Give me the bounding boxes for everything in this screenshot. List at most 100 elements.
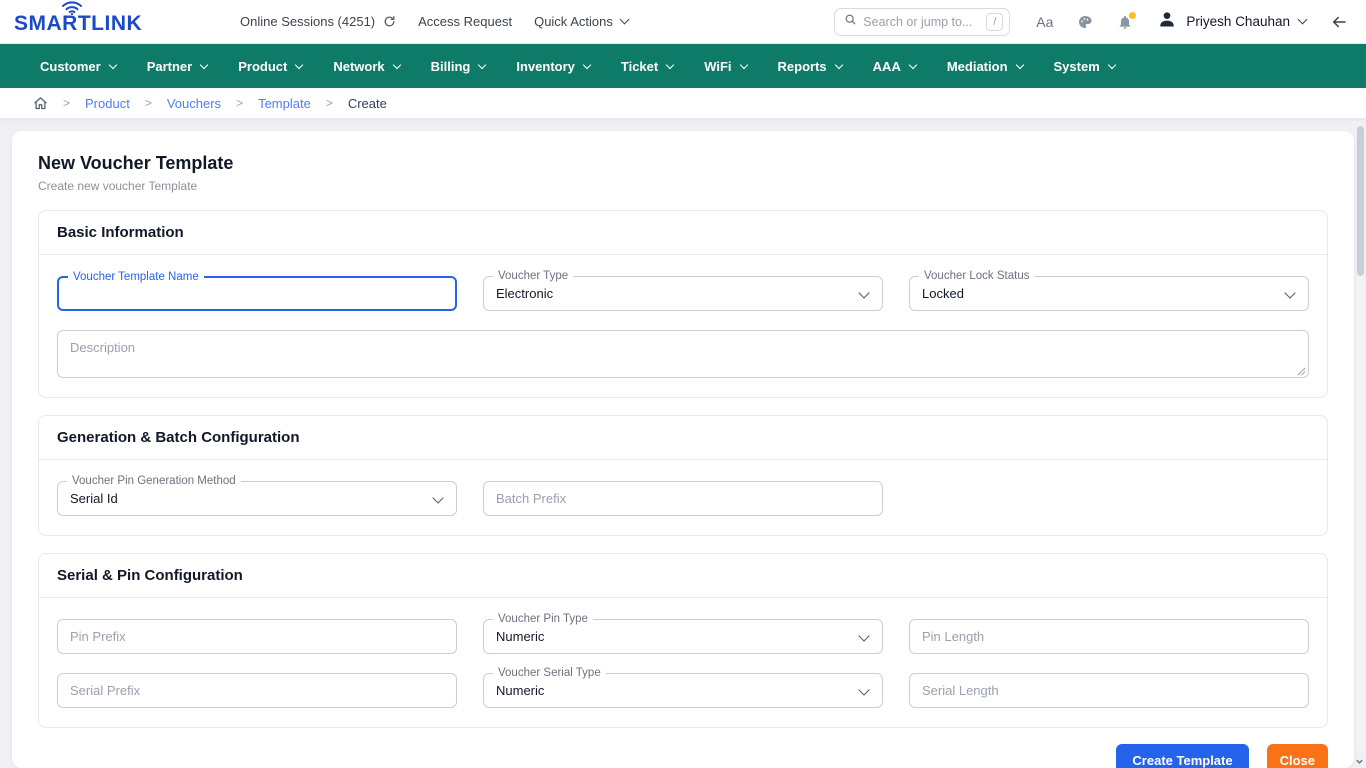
chevron-down-icon [858, 630, 869, 641]
pin-generation-method-select[interactable]: Voucher Pin Generation Method Serial Id [57, 481, 457, 516]
nav-item-label: Reports [778, 59, 827, 74]
resize-handle-icon[interactable] [1297, 367, 1306, 376]
section-serial-pin: Serial & Pin Configuration Voucher Pin T… [38, 553, 1328, 728]
page-title: New Voucher Template [38, 153, 1328, 174]
search-icon [844, 13, 857, 31]
scrollbar-down-arrow-icon[interactable] [1355, 757, 1364, 766]
nav-item-label: Ticket [621, 59, 658, 74]
nav-item-label: Mediation [947, 59, 1008, 74]
selected-value: Locked [922, 286, 964, 301]
nav-item-reports[interactable]: Reports [778, 59, 842, 74]
batch-prefix-input[interactable] [496, 491, 870, 506]
chevron-down-icon [739, 60, 747, 68]
nav-item-mediation[interactable]: Mediation [947, 59, 1023, 74]
nav-item-label: AAA [873, 59, 901, 74]
selected-value: Numeric [496, 683, 544, 698]
breadcrumb-separator: > [236, 96, 243, 110]
breadcrumb-link-vouchers[interactable]: Vouchers [167, 96, 221, 111]
nav-item-label: WiFi [704, 59, 731, 74]
nav-item-system[interactable]: System [1054, 59, 1115, 74]
chevron-down-icon [909, 60, 917, 68]
create-template-button[interactable]: Create Template [1116, 744, 1248, 768]
description-field[interactable] [57, 330, 1309, 378]
nav-item-aaa[interactable]: AAA [873, 59, 916, 74]
breadcrumb-link-product[interactable]: Product [85, 96, 130, 111]
form-actions: Create Template Close [38, 728, 1328, 768]
nav-item-network[interactable]: Network [333, 59, 399, 74]
section-title: Serial & Pin Configuration [39, 554, 1327, 598]
collapse-back-arrow-icon[interactable] [1330, 13, 1348, 31]
pin-length-field[interactable] [909, 619, 1309, 654]
nav-item-inventory[interactable]: Inventory [516, 59, 590, 74]
nav-item-label: Billing [431, 59, 471, 74]
chevron-down-icon [666, 60, 674, 68]
chevron-down-icon [858, 684, 869, 695]
pin-prefix-field[interactable] [57, 619, 457, 654]
batch-prefix-field[interactable] [483, 481, 883, 516]
nav-item-billing[interactable]: Billing [431, 59, 486, 74]
quick-actions-menu[interactable]: Quick Actions [534, 14, 628, 29]
voucher-type-select[interactable]: Voucher Type Electronic [483, 276, 883, 311]
chevron-down-icon [619, 15, 629, 25]
chevron-down-icon [200, 60, 208, 68]
field-label: Voucher Lock Status [919, 269, 1034, 283]
pin-prefix-input[interactable] [70, 629, 444, 644]
breadcrumb-separator: > [63, 96, 70, 110]
serial-length-field[interactable] [909, 673, 1309, 708]
nav-item-product[interactable]: Product [238, 59, 302, 74]
chevron-down-icon [108, 60, 116, 68]
breadcrumb-link-template[interactable]: Template [258, 96, 311, 111]
voucher-serial-type-select[interactable]: Voucher Serial Type Numeric [483, 673, 883, 708]
notifications-bell-icon[interactable] [1117, 14, 1133, 30]
global-search[interactable]: / [834, 8, 1010, 36]
nav-item-partner[interactable]: Partner [147, 59, 208, 74]
access-request-link[interactable]: Access Request [418, 14, 512, 29]
section-title: Generation & Batch Configuration [39, 416, 1327, 460]
selected-value: Numeric [496, 629, 544, 644]
home-icon[interactable] [33, 96, 48, 111]
chevron-down-icon [478, 60, 486, 68]
voucher-lock-status-select[interactable]: Voucher Lock Status Locked [909, 276, 1309, 311]
nav-item-label: Inventory [516, 59, 575, 74]
theme-palette-icon[interactable] [1077, 14, 1093, 30]
pin-length-input[interactable] [922, 629, 1296, 644]
online-sessions[interactable]: Online Sessions (4251) [240, 14, 396, 29]
breadcrumb-separator: > [145, 96, 152, 110]
scrollbar-thumb[interactable] [1357, 126, 1364, 276]
wifi-icon [60, 0, 84, 20]
field-label: Voucher Serial Type [493, 666, 606, 680]
chevron-down-icon [1015, 60, 1023, 68]
serial-length-input[interactable] [922, 683, 1296, 698]
chevron-down-icon [295, 60, 303, 68]
chevron-down-icon [392, 60, 400, 68]
section-title: Basic Information [39, 211, 1327, 255]
field-label: Voucher Pin Type [493, 612, 593, 626]
nav-item-wifi[interactable]: WiFi [704, 59, 746, 74]
user-avatar-icon [1157, 9, 1177, 34]
serial-prefix-field[interactable] [57, 673, 457, 708]
main-content: New Voucher Template Create new voucher … [0, 119, 1366, 768]
scrollbar-track[interactable] [1357, 124, 1364, 752]
voucher-template-name-field[interactable]: Voucher Template Name [57, 276, 457, 311]
nav-item-label: Customer [40, 59, 101, 74]
logo[interactable]: SMARTLINK [14, 2, 186, 42]
serial-prefix-input[interactable] [70, 683, 444, 698]
refresh-icon[interactable] [383, 15, 396, 28]
description-textarea[interactable] [58, 331, 1308, 377]
voucher-template-name-input[interactable] [71, 286, 443, 301]
online-sessions-label: Online Sessions (4251) [240, 14, 375, 29]
nav-item-ticket[interactable]: Ticket [621, 59, 673, 74]
chevron-down-icon [432, 492, 443, 503]
text-size-toggle[interactable]: Aa [1036, 14, 1053, 30]
search-input[interactable] [863, 15, 980, 29]
chevron-down-icon [1108, 60, 1116, 68]
user-menu[interactable]: Priyesh Chauhan [1157, 9, 1306, 34]
close-button[interactable]: Close [1267, 744, 1328, 768]
access-request-label: Access Request [418, 14, 512, 29]
nav-item-label: Product [238, 59, 287, 74]
nav-item-customer[interactable]: Customer [40, 59, 116, 74]
breadcrumb: > Product > Vouchers > Template > Create [0, 88, 1366, 119]
section-generation-batch: Generation & Batch Configuration Voucher… [38, 415, 1328, 536]
section-basic-information: Basic Information Voucher Template Name … [38, 210, 1328, 398]
voucher-pin-type-select[interactable]: Voucher Pin Type Numeric [483, 619, 883, 654]
